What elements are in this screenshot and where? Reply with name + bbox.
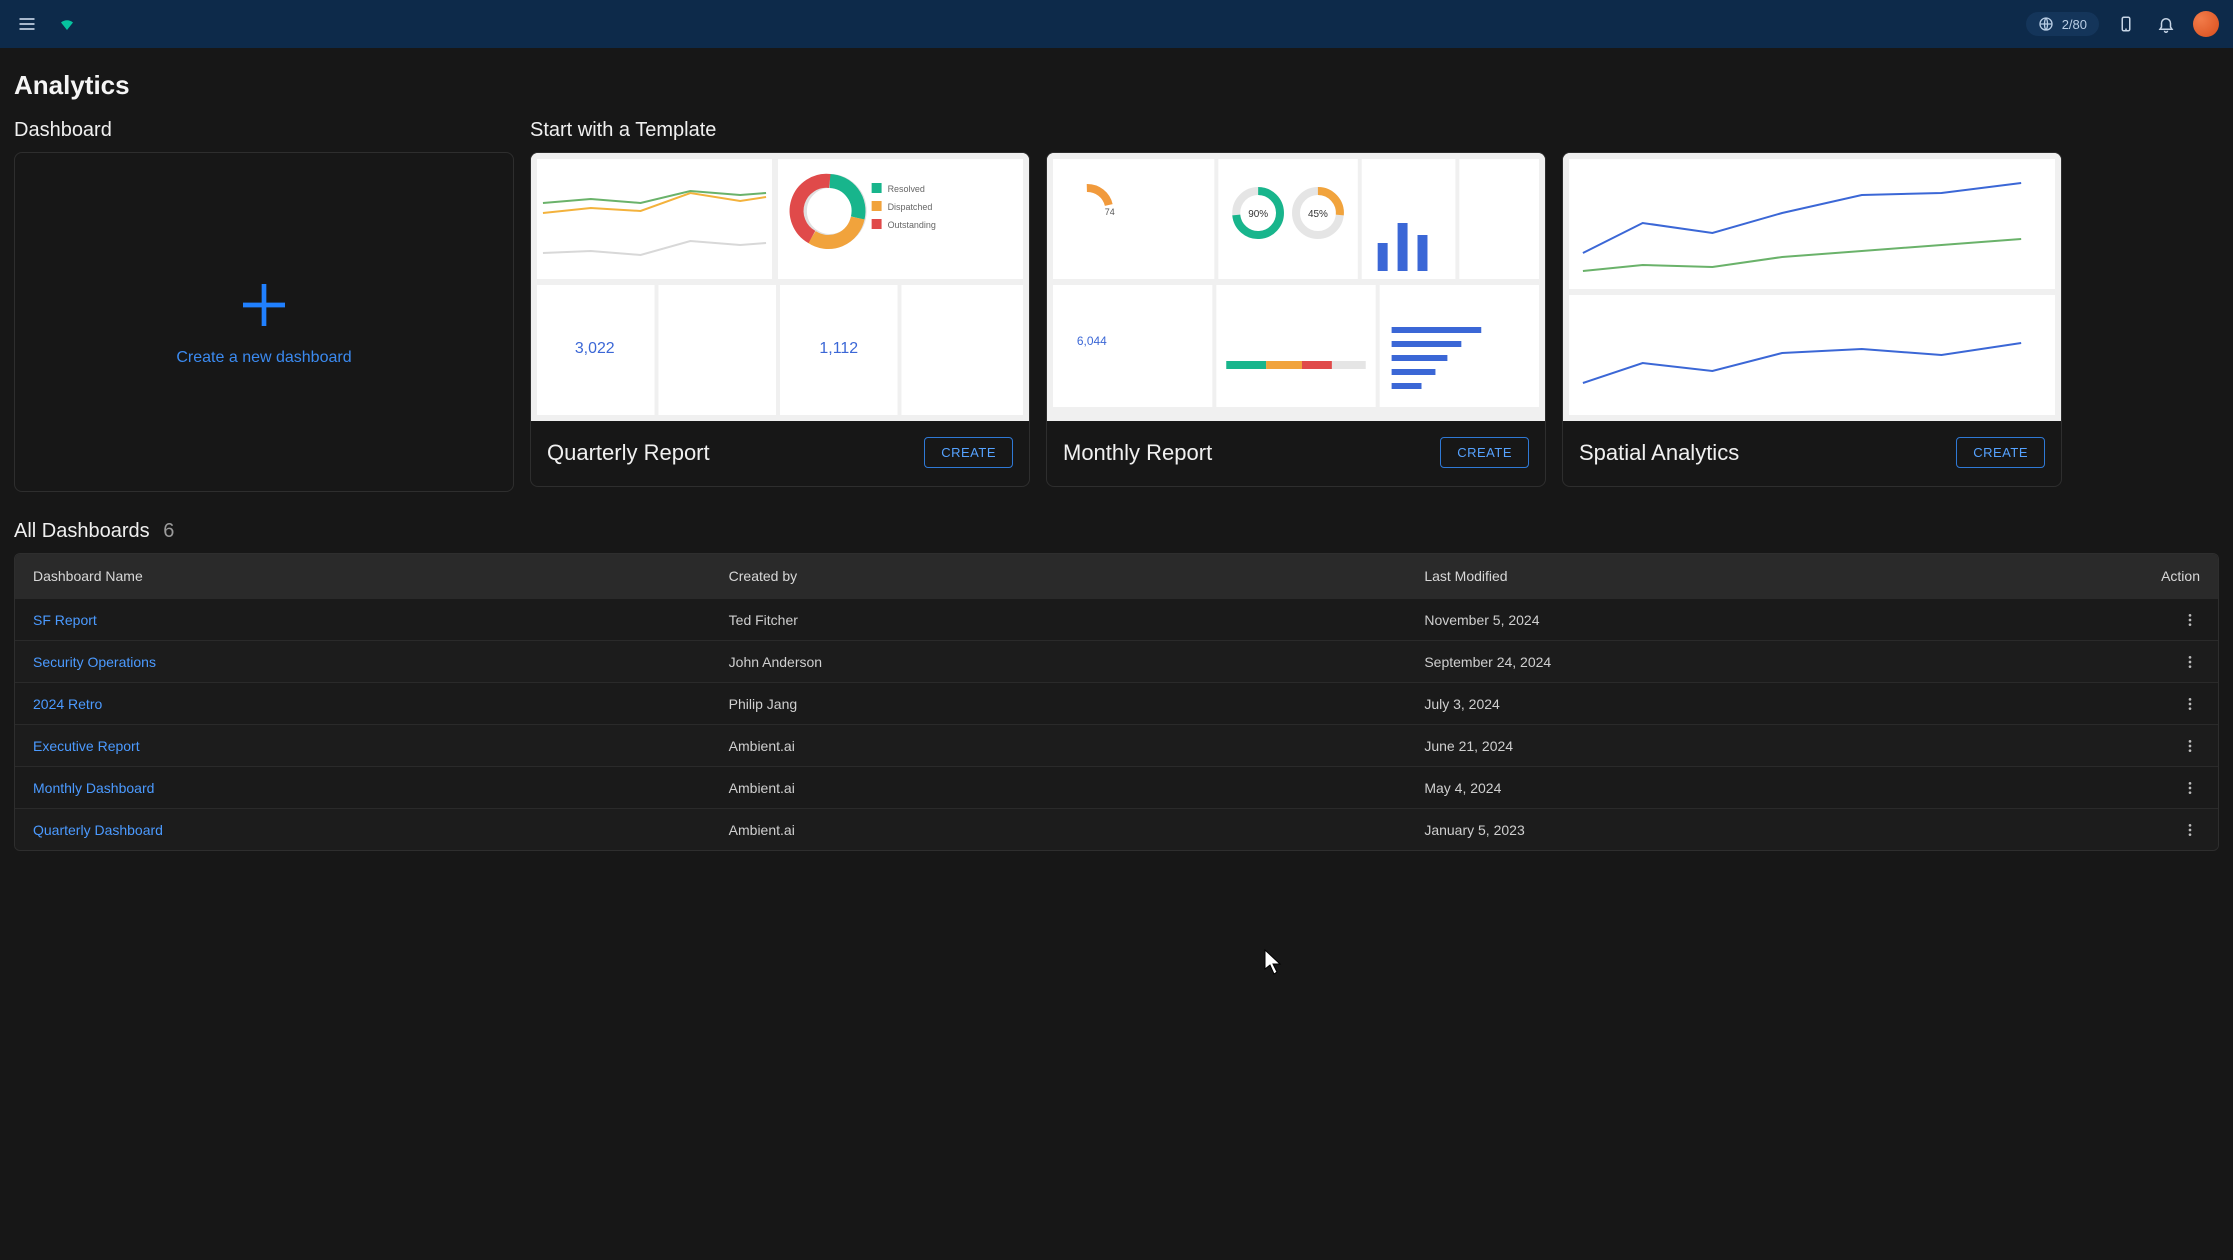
all-dashboards-heading: All Dashboards 6 bbox=[14, 520, 2219, 543]
kebab-icon[interactable] bbox=[2180, 734, 2200, 758]
create-new-dashboard-label: Create a new dashboard bbox=[176, 349, 351, 367]
svg-text:6,044: 6,044 bbox=[1077, 334, 1107, 348]
bell-icon[interactable] bbox=[2153, 11, 2179, 37]
create-button[interactable]: CREATE bbox=[1956, 437, 2045, 468]
last-modified-cell: September 24, 2024 bbox=[1424, 654, 2120, 670]
created-by-cell: Ambient.ai bbox=[729, 822, 1425, 838]
dashboard-link[interactable]: Executive Report bbox=[33, 738, 729, 754]
svg-text:45%: 45% bbox=[1308, 209, 1328, 220]
usage-text: 2/80 bbox=[2062, 17, 2087, 32]
create-button[interactable]: CREATE bbox=[1440, 437, 1529, 468]
svg-text:Resolved: Resolved bbox=[888, 184, 925, 194]
dashboard-link[interactable]: Quarterly Dashboard bbox=[33, 822, 729, 838]
dashboard-link[interactable]: Monthly Dashboard bbox=[33, 780, 729, 796]
dashboards-table: Dashboard Name Created by Last Modified … bbox=[14, 553, 2219, 851]
table-header: Dashboard Name Created by Last Modified … bbox=[15, 554, 2218, 598]
last-modified-cell: November 5, 2024 bbox=[1424, 612, 2120, 628]
template-card-quarterly: Resolved Dispatched Outstanding 3,022 1,… bbox=[530, 152, 1030, 487]
create-new-dashboard-tile[interactable]: Create a new dashboard bbox=[14, 152, 514, 492]
last-modified-cell: July 3, 2024 bbox=[1424, 696, 2120, 712]
svg-text:Outstanding: Outstanding bbox=[888, 220, 936, 230]
template-name: Spatial Analytics bbox=[1579, 440, 1739, 466]
col-action: Action bbox=[2120, 568, 2200, 584]
table-row: Executive ReportAmbient.aiJune 21, 2024 bbox=[15, 724, 2218, 766]
template-thumbnail: 74 90% 45% bbox=[1047, 153, 1545, 421]
template-name: Quarterly Report bbox=[547, 440, 710, 466]
col-name: Dashboard Name bbox=[33, 568, 729, 584]
kebab-icon[interactable] bbox=[2180, 818, 2200, 842]
created-by-cell: Philip Jang bbox=[729, 696, 1425, 712]
created-by-cell: Ted Fitcher bbox=[729, 612, 1425, 628]
svg-text:Dispatched: Dispatched bbox=[888, 202, 933, 212]
template-thumbnail bbox=[1563, 153, 2061, 421]
table-row: Quarterly DashboardAmbient.aiJanuary 5, … bbox=[15, 808, 2218, 850]
created-by-cell: Ambient.ai bbox=[729, 738, 1425, 754]
usage-pill[interactable]: 2/80 bbox=[2026, 12, 2099, 36]
menu-icon[interactable] bbox=[14, 11, 40, 37]
template-name: Monthly Report bbox=[1063, 440, 1212, 466]
svg-text:90%: 90% bbox=[1248, 209, 1268, 220]
last-modified-cell: June 21, 2024 bbox=[1424, 738, 2120, 754]
last-modified-cell: May 4, 2024 bbox=[1424, 780, 2120, 796]
kebab-icon[interactable] bbox=[2180, 650, 2200, 674]
page-title: Analytics bbox=[14, 70, 2219, 101]
all-dashboards-count: 6 bbox=[163, 520, 174, 542]
dashboard-link[interactable]: Security Operations bbox=[33, 654, 729, 670]
kebab-icon[interactable] bbox=[2180, 692, 2200, 716]
wifi-icon bbox=[54, 11, 80, 37]
table-row: SF ReportTed FitcherNovember 5, 2024 bbox=[15, 598, 2218, 640]
globe-icon bbox=[2038, 16, 2054, 32]
template-card-spatial: Spatial Analytics CREATE bbox=[1562, 152, 2062, 487]
last-modified-cell: January 5, 2023 bbox=[1424, 822, 2120, 838]
create-button[interactable]: CREATE bbox=[924, 437, 1013, 468]
plus-icon bbox=[236, 277, 292, 333]
template-list: Resolved Dispatched Outstanding 3,022 1,… bbox=[530, 152, 2219, 487]
dashboard-link[interactable]: SF Report bbox=[33, 612, 729, 628]
dashboard-section-heading: Dashboard bbox=[14, 119, 514, 142]
created-by-cell: Ambient.ai bbox=[729, 780, 1425, 796]
col-created-by: Created by bbox=[729, 568, 1425, 584]
svg-text:3,022: 3,022 bbox=[575, 340, 615, 357]
kebab-icon[interactable] bbox=[2180, 776, 2200, 800]
template-thumbnail: Resolved Dispatched Outstanding 3,022 1,… bbox=[531, 153, 1029, 421]
svg-text:74: 74 bbox=[1105, 207, 1115, 217]
svg-text:1,112: 1,112 bbox=[819, 340, 858, 357]
avatar[interactable] bbox=[2193, 11, 2219, 37]
table-row: Monthly DashboardAmbient.aiMay 4, 2024 bbox=[15, 766, 2218, 808]
device-icon[interactable] bbox=[2113, 11, 2139, 37]
dashboard-link[interactable]: 2024 Retro bbox=[33, 696, 729, 712]
table-row: Security OperationsJohn AndersonSeptembe… bbox=[15, 640, 2218, 682]
created-by-cell: John Anderson bbox=[729, 654, 1425, 670]
templates-section-heading: Start with a Template bbox=[530, 119, 2219, 142]
table-row: 2024 RetroPhilip JangJuly 3, 2024 bbox=[15, 682, 2218, 724]
col-last-modified: Last Modified bbox=[1424, 568, 2120, 584]
template-card-monthly: 74 90% 45% bbox=[1046, 152, 1546, 487]
kebab-icon[interactable] bbox=[2180, 608, 2200, 632]
all-dashboards-title: All Dashboards bbox=[14, 520, 150, 542]
top-bar: 2/80 bbox=[0, 0, 2233, 48]
